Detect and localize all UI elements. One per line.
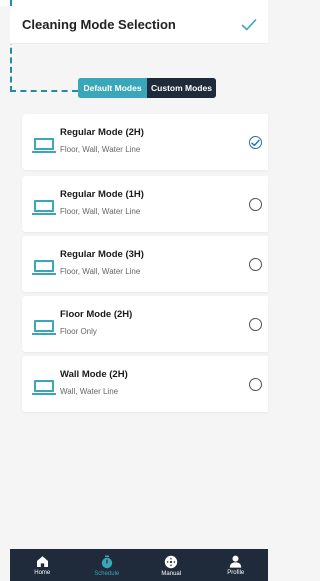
page-title: Cleaning Mode Selection [22, 17, 176, 32]
mode-title: Wall Mode (2H) [60, 369, 128, 380]
gamepad-icon [165, 555, 178, 569]
mode-title: Regular Mode (3H) [60, 249, 144, 260]
monitor-icon [32, 200, 56, 215]
confirm-button[interactable] [238, 14, 260, 36]
check-icon [251, 139, 260, 146]
header-bar: Cleaning Mode Selection [10, 6, 268, 44]
mode-subtitle: Floor, Wall, Water Line [60, 207, 141, 216]
mode-radio[interactable] [249, 378, 262, 391]
mode-type-toggle: Default Modes Custom Modes [78, 78, 216, 98]
nav-label: Home [34, 570, 51, 576]
mode-subtitle: Wall, Water Line [60, 387, 119, 396]
user-icon [230, 555, 242, 568]
nav-item-manual[interactable]: Manual [143, 555, 199, 577]
mode-radio[interactable] [249, 198, 262, 211]
home-icon [36, 556, 48, 567]
nav-item-home[interactable]: Home [14, 555, 70, 576]
nav-label: Manual [161, 571, 182, 577]
tab-default-modes[interactable]: Default Modes [78, 78, 147, 98]
mode-title: Regular Mode (2H) [60, 127, 144, 138]
timer-icon [101, 555, 112, 569]
nav-label: Profile [227, 570, 245, 576]
mode-card-wall-2h[interactable]: Wall Mode (2H) Wall, Water Line [22, 356, 268, 412]
mode-radio[interactable] [249, 258, 262, 271]
monitor-icon [32, 260, 56, 275]
mode-radio[interactable] [249, 136, 262, 149]
nav-label: Schedule [94, 571, 120, 577]
monitor-icon [32, 320, 56, 335]
mode-subtitle: Floor, Wall, Water Line [60, 267, 141, 276]
bottom-nav: Home Schedule Manual Profile [10, 549, 268, 581]
tab-custom-modes[interactable]: Custom Modes [147, 78, 216, 98]
monitor-icon [32, 380, 56, 395]
mode-radio[interactable] [249, 318, 262, 331]
mode-card-regular-3h[interactable]: Regular Mode (3H) Floor, Wall, Water Lin… [22, 236, 268, 292]
check-icon [241, 18, 257, 30]
mode-title: Floor Mode (2H) [60, 309, 133, 320]
nav-item-profile[interactable]: Profile [208, 555, 264, 576]
nav-item-schedule[interactable]: Schedule [79, 555, 135, 577]
dashed-guide-line [10, 90, 78, 92]
monitor-icon [32, 138, 56, 153]
mode-card-regular-1h[interactable]: Regular Mode (1H) Floor, Wall, Water Lin… [22, 176, 268, 232]
mode-subtitle: Floor Only [60, 327, 97, 336]
mode-card-regular-2h[interactable]: Regular Mode (2H) Floor, Wall, Water Lin… [22, 114, 268, 170]
mode-card-floor-2h[interactable]: Floor Mode (2H) Floor Only [22, 296, 268, 352]
mode-title: Regular Mode (1H) [60, 189, 144, 200]
mode-subtitle: Floor, Wall, Water Line [60, 145, 141, 154]
